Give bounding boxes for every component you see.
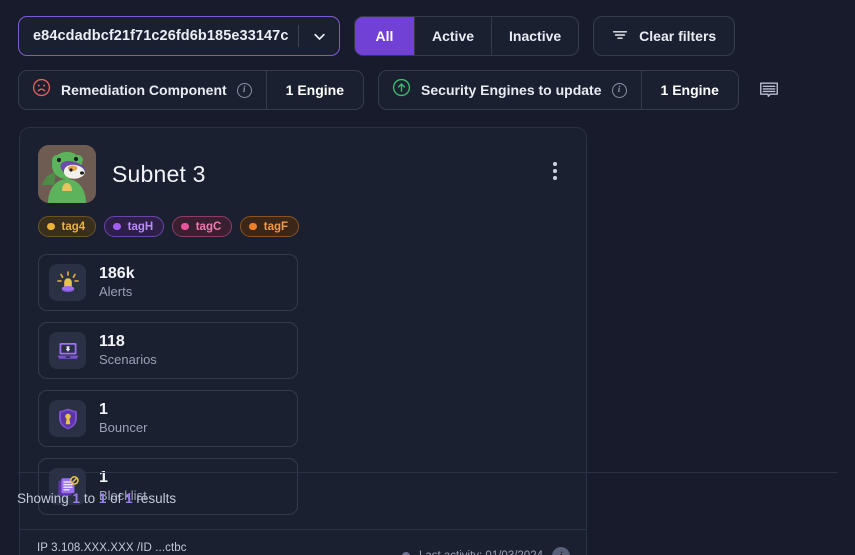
kebab-dot <box>553 169 557 173</box>
pill-remediation-label: Remediation Component <box>61 82 227 98</box>
sad-face-icon <box>32 78 51 102</box>
stat-label: Scenarios <box>99 352 157 368</box>
tag-color-dot <box>181 222 189 231</box>
laptop-hacker-icon <box>49 332 86 369</box>
filters-toolbar: e84cdadbcf21f71c26fd6b185e33147c All Act… <box>18 16 736 56</box>
tag-color-dot <box>47 222 55 231</box>
machine-card-footer: IP 3.108.XXX.XXX /ID ...ctbc Enroll date… <box>20 529 586 555</box>
machines-list-page: e84cdadbcf21f71c26fd6b185e33147c All Act… <box>0 0 855 555</box>
showing-to-text: to <box>80 491 99 506</box>
results-total: 1 <box>125 491 133 506</box>
stat-value: 118 <box>99 333 125 350</box>
tag-chip[interactable]: tagF <box>240 216 300 237</box>
showing-prefix: Showing <box>17 491 73 506</box>
machine-activity: Last activity: 01/03/2024 i <box>401 547 570 555</box>
stat-tile-bouncer[interactable]: 1 Bouncer <box>38 390 298 447</box>
speech-bubble-list-icon[interactable] <box>758 79 780 101</box>
kebab-dot <box>553 176 557 180</box>
last-activity-label: Last activity: 01/03/2024 <box>419 550 543 555</box>
tag-label: tagC <box>195 220 222 233</box>
machine-id-select[interactable]: e84cdadbcf21f71c26fd6b185e33147c <box>18 16 340 56</box>
pill-remediation-main: Remediation Component i <box>19 71 266 109</box>
stat-tiles: 186k Alerts 118 Scenarios 1 Bouncer 1 Bl… <box>38 254 568 515</box>
tab-inactive-label: Inactive <box>509 28 562 44</box>
pill-security-engines-to-update[interactable]: Security Engines to update i 1 Engine <box>378 70 739 110</box>
shiba-dino-avatar <box>38 145 96 203</box>
clear-filters-button[interactable]: Clear filters <box>593 16 736 56</box>
arrow-up-circle-icon <box>392 78 411 102</box>
machine-ip-line: IP 3.108.XXX.XXX /ID ...ctbc <box>37 542 187 554</box>
results-from: 1 <box>72 491 81 506</box>
shield-bouncer-icon <box>49 400 86 437</box>
pill-remediation-count: 1 Engine <box>285 82 345 98</box>
tag-color-dot <box>113 222 121 231</box>
pill-engines-count: 1 Engine <box>660 82 719 98</box>
status-filter-group[interactable]: All Active Inactive <box>354 16 580 56</box>
showing-suffix: results <box>132 491 177 506</box>
machine-id-select-value: e84cdadbcf21f71c26fd6b185e33147c <box>33 28 289 44</box>
tab-all[interactable]: All <box>355 17 415 55</box>
showing-of-text: of <box>106 491 126 506</box>
chevron-down-icon[interactable] <box>299 17 339 55</box>
machine-card-body: Subnet 3 tag4 tagH tagC tagF 186k Alerts… <box>20 128 586 529</box>
tag-color-dot <box>249 222 257 231</box>
tag-label: tag4 <box>61 220 86 233</box>
stat-tile-scenarios[interactable]: 118 Scenarios <box>38 322 298 379</box>
info-icon[interactable]: i <box>236 82 252 98</box>
kebab-menu-icon[interactable] <box>544 157 566 185</box>
pill-remediation-component[interactable]: Remediation Component i 1 Engine <box>18 70 365 110</box>
results-count: Showing 1 to 1 of 1 results <box>17 491 176 506</box>
tag-chip[interactable]: tag4 <box>38 216 97 237</box>
clear-filters-label: Clear filters <box>639 28 717 44</box>
pill-engines-main: Security Engines to update i <box>379 71 640 109</box>
info-icon[interactable]: i <box>611 82 627 98</box>
tag-chip[interactable]: tagC <box>172 216 233 237</box>
machine-meta: IP 3.108.XXX.XXX /ID ...ctbc Enroll date… <box>37 542 188 555</box>
siren-beacon-icon <box>49 264 86 301</box>
stat-label: Alerts <box>99 284 133 300</box>
stat-value: 1 <box>99 401 108 418</box>
tab-all-label: All <box>375 28 394 44</box>
stat-label: Bouncer <box>99 420 148 436</box>
filter-icon <box>612 28 628 45</box>
summary-pills-row: Remediation Component i 1 Engine Securit… <box>18 70 780 110</box>
stat-tile-blocklist[interactable]: 1 Blocklist <box>38 458 298 515</box>
stat-value: 186k <box>99 265 135 282</box>
tab-inactive[interactable]: Inactive <box>492 17 578 55</box>
tab-active-label: Active <box>432 28 475 44</box>
tag-chip[interactable]: tagH <box>104 216 165 237</box>
stat-tile-alerts[interactable]: 186k Alerts <box>38 254 298 311</box>
stat-tile-text: 1 Bouncer <box>99 401 147 436</box>
tag-label: tagH <box>127 220 154 233</box>
tab-active[interactable]: Active <box>415 17 493 55</box>
info-icon[interactable]: i <box>552 547 570 555</box>
kebab-dot <box>553 162 557 166</box>
tag-label: tagF <box>263 220 289 233</box>
pill-engines-label: Security Engines to update <box>421 82 602 98</box>
machine-name: Subnet 3 <box>112 160 206 187</box>
machine-card-header: Subnet 3 <box>38 145 568 203</box>
bottom-divider <box>18 472 837 473</box>
tag-list: tag4 tagH tagC tagF <box>38 216 568 237</box>
stat-tile-text: 186k Alerts <box>99 265 135 300</box>
stat-tile-text: 118 Scenarios <box>99 333 157 368</box>
